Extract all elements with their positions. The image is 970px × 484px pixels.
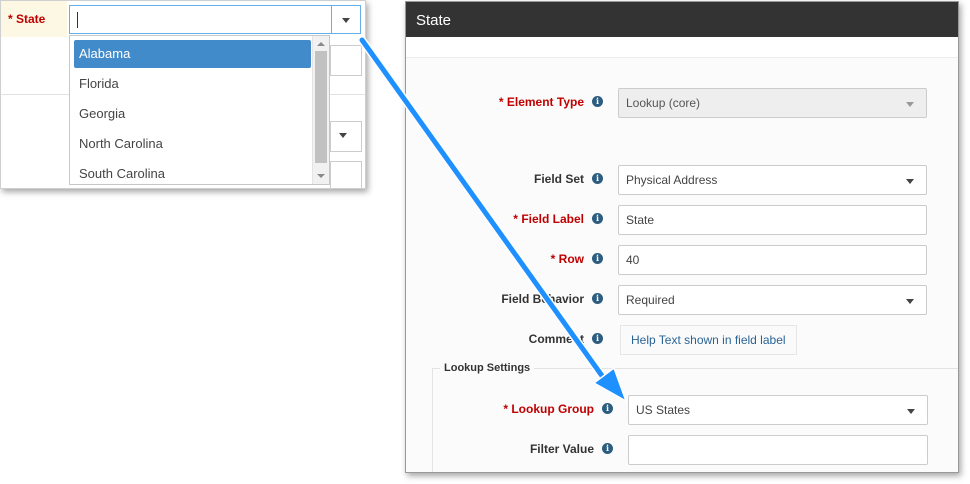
info-icon[interactable]: i <box>602 403 613 414</box>
field-behavior-label: Field Behavior <box>501 292 584 306</box>
state-field-preview: * State Alabama Florida Georgia North Ca… <box>0 0 366 189</box>
chevron-down-icon <box>339 133 347 138</box>
state-field-label: * State <box>8 12 46 26</box>
background-select <box>330 121 362 152</box>
background-input <box>330 161 362 188</box>
field-set-label: Field Set <box>533 172 584 186</box>
lookup-settings-title: Lookup Settings <box>440 362 535 374</box>
state-search-input[interactable] <box>69 5 331 34</box>
state-option-south-carolina[interactable]: South Carolina <box>74 160 311 184</box>
info-icon[interactable]: i <box>592 213 603 224</box>
info-icon[interactable]: i <box>592 293 603 304</box>
background-input <box>330 45 362 76</box>
filter-value-input[interactable] <box>628 435 928 465</box>
chevron-down-icon <box>342 18 350 23</box>
panel-title: State <box>416 12 452 29</box>
field-label-input[interactable]: State <box>618 205 927 235</box>
required-marker: * <box>550 252 556 266</box>
lookup-group-select[interactable]: US States <box>628 395 928 425</box>
state-option-alabama[interactable]: Alabama <box>74 40 311 68</box>
state-option-florida[interactable]: Florida <box>74 70 311 98</box>
element-editor-panel: State * Element Type i Lookup (core) Fie… <box>405 1 959 473</box>
scroll-up-icon[interactable] <box>317 42 325 46</box>
chevron-down-icon <box>906 102 914 107</box>
required-marker: * <box>513 212 518 226</box>
state-option-georgia[interactable]: Georgia <box>74 100 311 128</box>
field-set-select[interactable]: Physical Address <box>618 165 927 195</box>
panel-header: State <box>406 2 958 37</box>
info-icon[interactable]: i <box>592 253 603 264</box>
element-type-select: Lookup (core) <box>618 88 927 118</box>
element-type-label: * Element Type <box>499 95 584 109</box>
row-label: * Row <box>551 252 584 266</box>
chevron-down-icon <box>906 299 914 304</box>
chevron-down-icon <box>906 179 914 184</box>
state-option-north-carolina[interactable]: North Carolina <box>74 130 311 158</box>
field-set-value: Physical Address <box>626 173 718 187</box>
filter-value-label: Filter Value <box>529 442 594 456</box>
lookup-group-label-text: Lookup Group <box>511 402 594 416</box>
lookup-group-value: US States <box>636 403 691 417</box>
text-cursor <box>77 12 78 28</box>
info-icon[interactable]: i <box>602 443 613 454</box>
element-type-label-text: Element Type <box>506 95 584 109</box>
field-label-label: * Field Label <box>513 212 584 226</box>
state-options-list: Alabama Florida Georgia North Carolina S… <box>69 35 330 185</box>
info-icon[interactable]: i <box>592 96 603 107</box>
lookup-group-label: * Lookup Group <box>503 402 594 416</box>
required-marker: * <box>503 402 508 416</box>
options-scrollbar[interactable] <box>312 36 329 184</box>
row-input[interactable]: 40 <box>618 245 927 275</box>
info-icon[interactable]: i <box>592 333 603 344</box>
comment-help-text: Help Text shown in field label <box>620 325 797 355</box>
field-behavior-select[interactable]: Required <box>618 285 927 315</box>
scrollbar-thumb[interactable] <box>315 51 327 163</box>
comment-label: Comment <box>528 332 584 346</box>
scroll-down-icon[interactable] <box>317 174 325 178</box>
required-marker: * <box>498 95 504 109</box>
chevron-down-icon <box>907 409 915 414</box>
row-label-text: Row <box>558 252 584 266</box>
state-dropdown-toggle[interactable] <box>331 5 361 34</box>
field-label-label-text: Field Label <box>521 212 584 226</box>
info-icon[interactable]: i <box>592 173 603 184</box>
element-type-value: Lookup (core) <box>626 96 701 110</box>
field-behavior-value: Required <box>626 293 675 307</box>
